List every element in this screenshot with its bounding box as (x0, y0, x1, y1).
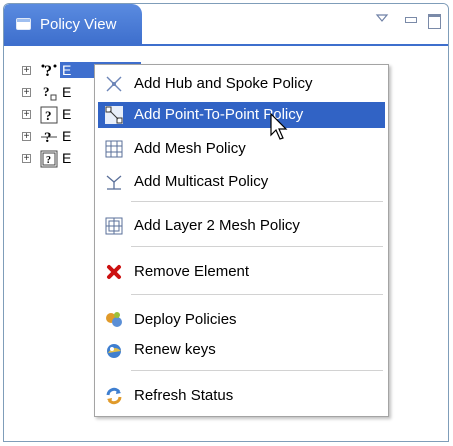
svg-text:?: ? (44, 130, 52, 146)
deploy-icon (105, 311, 123, 329)
menu-item-label: Add Layer 2 Mesh Policy (134, 217, 300, 234)
mesh-node-icon: ? (40, 106, 58, 124)
svg-text:?: ? (44, 63, 52, 80)
minimize-icon[interactable] (402, 12, 418, 28)
renew-keys-icon (105, 341, 123, 359)
tree-item-label: E (62, 150, 72, 166)
view-icon (16, 18, 31, 30)
expand-icon[interactable]: + (22, 88, 31, 98)
menu-item-deploy-policies[interactable]: Deploy Policies (98, 307, 385, 333)
layer2-mesh-node-icon: ? (40, 150, 58, 168)
menu-item-label: Remove Element (134, 263, 250, 280)
remove-icon (105, 263, 123, 281)
view-title: Policy View (40, 16, 117, 33)
menu-item-refresh-status[interactable]: Refresh Status (98, 383, 385, 409)
view-menu-icon[interactable] (374, 10, 390, 26)
tree-item-label: E (62, 128, 72, 144)
expand-icon[interactable]: + (22, 66, 31, 76)
menu-item-label: Renew keys (134, 341, 216, 358)
tree-item-label: E (62, 84, 72, 100)
tree-item-label: E (62, 106, 72, 122)
multicast-icon (105, 173, 123, 191)
svg-text:?: ? (46, 155, 51, 166)
policy-view-tab[interactable]: Policy View (4, 4, 142, 44)
hub-and-spoke-icon (105, 75, 123, 93)
svg-text:?: ? (43, 84, 50, 99)
menu-separator (131, 294, 383, 295)
hub-and-spoke-node-icon: ? (40, 62, 58, 80)
menu-separator (131, 246, 383, 247)
menu-item-add-multicast[interactable]: Add Multicast Policy (98, 169, 385, 195)
expand-icon[interactable]: + (22, 110, 31, 120)
menu-item-label: Add Mesh Policy (134, 140, 246, 157)
refresh-icon (105, 387, 123, 405)
tab-underline (4, 44, 448, 46)
mesh-icon (105, 140, 123, 158)
menu-item-add-point-to-point[interactable]: Add Point-To-Point Policy (98, 102, 385, 128)
view-tab-bar: Policy View (4, 4, 448, 46)
menu-item-label: Add Multicast Policy (134, 173, 269, 190)
expand-icon[interactable]: + (22, 132, 31, 142)
menu-item-label: Refresh Status (134, 387, 234, 404)
expand-icon[interactable]: + (22, 154, 31, 164)
menu-item-add-layer2-mesh[interactable]: Add Layer 2 Mesh Policy (98, 213, 385, 239)
menu-separator (131, 370, 383, 371)
maximize-icon[interactable] (426, 12, 442, 29)
menu-item-label: Add Hub and Spoke Policy (134, 75, 313, 92)
point-to-point-node-icon: ? (40, 84, 58, 102)
context-menu: Add Hub and Spoke Policy Add Point-To-Po… (94, 64, 389, 417)
menu-item-label: Deploy Policies (134, 311, 237, 328)
svg-text:?: ? (45, 108, 52, 123)
menu-item-add-hub-and-spoke[interactable]: Add Hub and Spoke Policy (98, 71, 385, 97)
multicast-node-icon: ? (40, 128, 58, 146)
layer2-mesh-icon (105, 217, 123, 235)
menu-item-remove-element[interactable]: Remove Element (98, 259, 385, 285)
menu-item-add-mesh[interactable]: Add Mesh Policy (98, 136, 385, 162)
point-to-point-icon (105, 106, 123, 124)
menu-item-renew-keys[interactable]: Renew keys (98, 337, 385, 363)
menu-separator (131, 201, 383, 202)
mouse-cursor-icon (270, 112, 288, 141)
